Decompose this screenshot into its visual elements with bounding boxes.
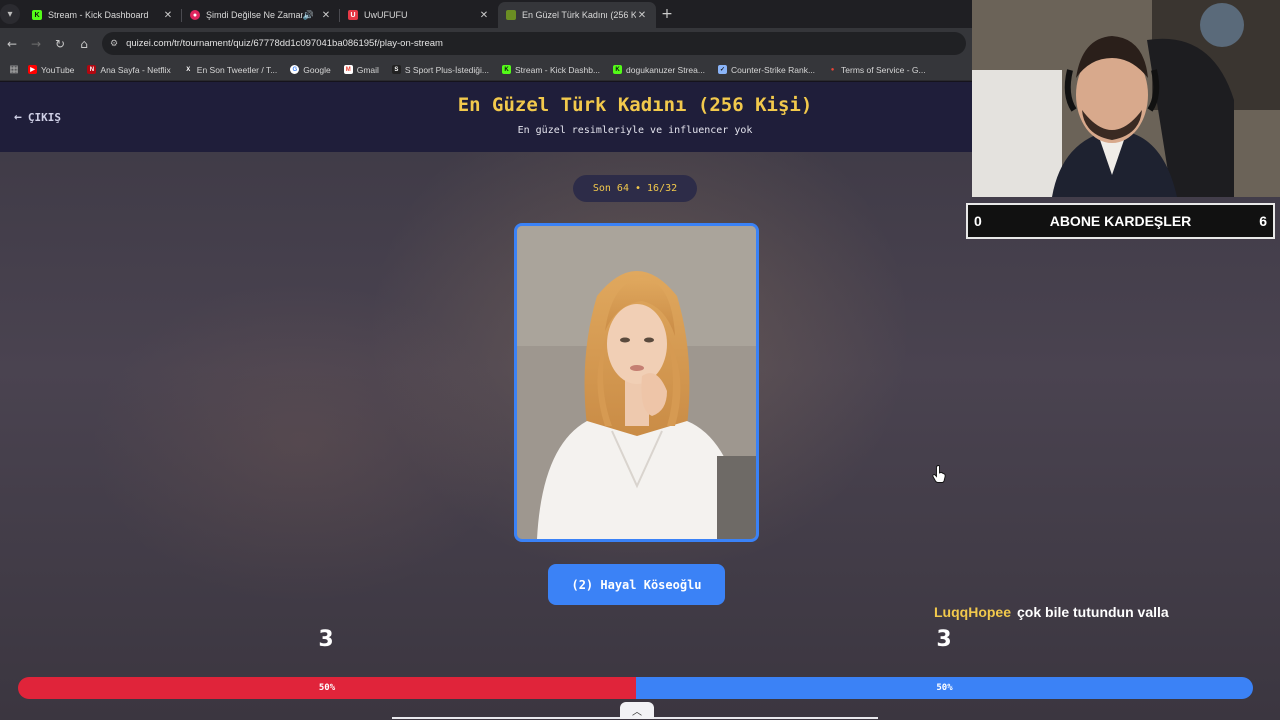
counter-right-value: 6 [1259,213,1267,229]
ssport-icon: S [391,65,401,74]
map-pin-icon: ● [830,66,835,73]
right-percent: 50% [936,683,953,693]
screen: ▾ K Stream - Kick Dashboard ✕ ● Şimdi De… [0,0,1280,720]
back-arrow-icon[interactable]: ← [0,37,24,51]
tab-title: Şimdi Değilse Ne Zaman? - [206,10,303,20]
new-tab-plus-icon[interactable]: + [656,6,678,22]
x-icon: X [186,66,191,73]
quiz-header [0,82,972,152]
kick-icon: K [613,65,623,74]
apps-grid-icon[interactable]: ▦ [0,64,28,75]
chevron-up-icon[interactable]: ︿ [620,702,654,719]
google-icon: G [290,65,300,74]
exit-button[interactable]: ← ÇIKIŞ [14,110,61,125]
tab-title: Stream - Kick Dashboard [48,10,149,20]
subscriber-counter: 0 ABONE KARDEŞLER 6 [966,203,1275,239]
record-icon: ● [190,10,200,20]
counter-left-value: 0 [974,213,982,229]
bookmark-ssport[interactable]: SS Sport Plus-İstediği... [391,65,489,75]
streamer-webcam-icon [972,0,1280,197]
close-icon[interactable]: ✕ [162,10,174,21]
close-icon[interactable]: ✕ [478,10,490,21]
chat-text: çok bile tutundun valla [1017,604,1169,620]
home-icon[interactable]: ⌂ [72,37,96,51]
site-settings-icon[interactable]: ⚙ [110,38,118,49]
tab-title: En Güzel Türk Kadını (256 Kişi) [522,10,636,20]
kick-icon: K [502,65,511,74]
bookmark-kick-dashboard[interactable]: K Stream - Kick Dashb... [502,65,600,75]
bookmark-dogukanuzer[interactable]: Kdogukanuzer Strea... [613,65,705,75]
counter-label: ABONE KARDEŞLER [1049,213,1192,229]
quizei-icon [506,10,516,20]
exit-label: ÇIKIŞ [27,111,61,124]
tab-kick-dashboard[interactable]: K Stream - Kick Dashboard ✕ [24,2,182,28]
hand-cursor-icon [932,465,946,483]
uwufufu-icon: U [348,10,358,20]
close-icon[interactable]: ✕ [636,10,648,21]
round-badge: Son 64 • 16/32 [573,175,697,202]
bookmark-terms[interactable]: ● Terms of Service - G... [828,65,926,75]
address-bar[interactable]: ⚙ quizei.com/tr/tournament/quiz/67778dd1… [102,32,966,55]
candidate-photo[interactable] [514,223,759,542]
left-score: 3 [318,627,334,652]
right-score: 3 [936,627,952,652]
tab-title: UwUFUFU [364,10,408,20]
youtube-icon: ▶ [28,65,37,74]
bookmarks-bar: ▦ ▶ YouTube N Ana Sayfa - Netflix X En Son … [0,59,972,81]
bookmark-twitter[interactable]: X En Son Tweetler / T... [184,65,277,75]
candidate-name-button[interactable]: (2) Hayal Köseoğlu [548,564,725,605]
back-arrow-icon: ← [14,110,22,125]
tab-simdi-degilse[interactable]: ● Şimdi Değilse Ne Zaman? - 🔊 ✕ [182,2,340,28]
browser-tab-strip: ▾ K Stream - Kick Dashboard ✕ ● Şimdi De… [0,0,972,28]
left-percent: 50% [318,683,336,693]
url-text: quizei.com/tr/tournament/quiz/67778dd1c0… [126,38,443,49]
vote-bar-right: 50% [636,677,1253,699]
cs-icon: ✓ [717,65,727,74]
forward-arrow-icon[interactable]: → [24,37,48,51]
tab-search-icon[interactable]: ▾ [0,4,20,24]
webcam-feed [972,0,1280,197]
bookmark-netflix[interactable]: N Ana Sayfa - Netflix [87,65,171,75]
gmail-icon: M [343,65,353,74]
netflix-icon: N [87,65,97,74]
bookmark-youtube[interactable]: ▶ YouTube [28,65,74,75]
vote-bar-left: 50% [18,677,636,699]
tab-uwufufu[interactable]: U UwUFUFU ✕ [340,2,498,28]
kick-icon: K [32,10,42,20]
browser-toolbar: ← → ↻ ⌂ ⚙ quizei.com/tr/tournament/quiz/… [0,28,972,59]
chat-message: LuqqHopee çok bile tutundun valla [934,604,1169,620]
bookmark-gmail[interactable]: M Gmail [343,65,379,75]
bookmark-counter-strike[interactable]: ✓ Counter-Strike Rank... [717,65,815,75]
speaker-icon[interactable]: 🔊 [303,10,314,21]
chat-username: LuqqHopee [934,604,1011,620]
bookmark-google[interactable]: G Google [290,65,331,75]
reload-icon[interactable]: ↻ [48,37,72,51]
close-icon[interactable]: ✕ [320,10,332,21]
tab-quiz-active[interactable]: En Güzel Türk Kadını (256 Kişi) ✕ [498,2,656,28]
woman-portrait-icon [517,226,756,539]
